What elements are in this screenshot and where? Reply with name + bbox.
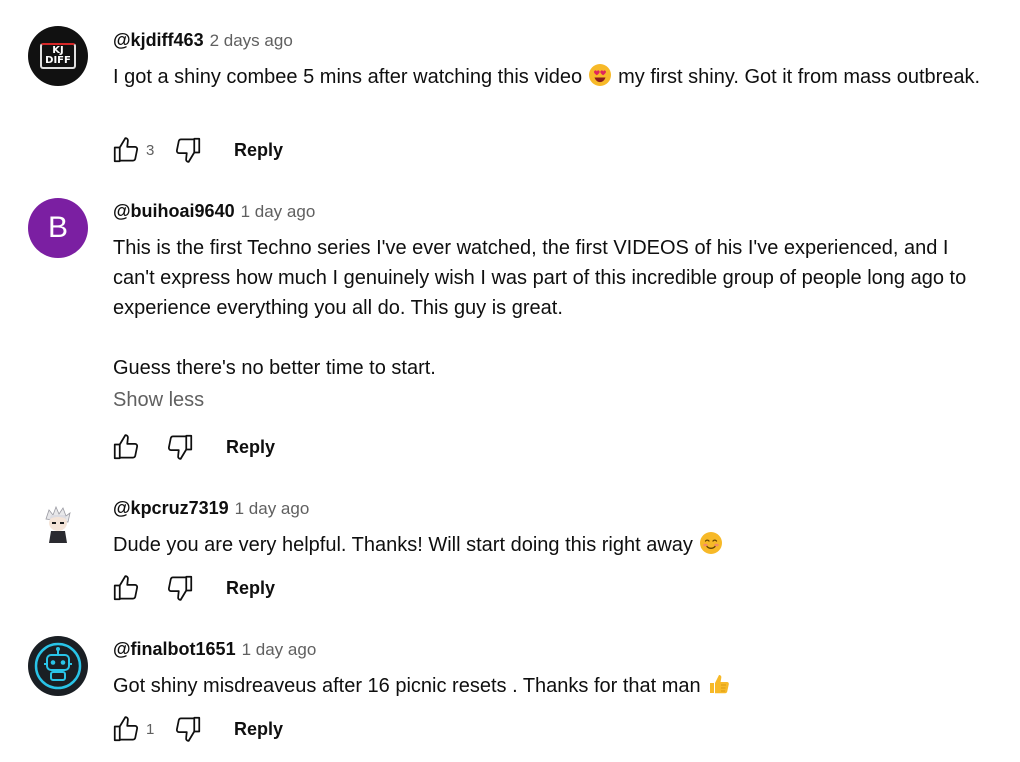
like-button[interactable] — [108, 711, 144, 747]
reply-button[interactable]: Reply — [234, 719, 283, 740]
like-button[interactable] — [108, 429, 144, 465]
dislike-button[interactable] — [170, 711, 206, 747]
comment-header: @finalbot1651 1 day ago — [113, 639, 990, 663]
smiling-blush-emoji — [699, 532, 722, 554]
thumbs-down-icon — [167, 575, 193, 601]
avatar-logo: KJ DIFF — [40, 43, 76, 69]
reply-button[interactable]: Reply — [226, 437, 275, 458]
comment-timestamp[interactable]: 1 day ago — [241, 202, 316, 222]
avatar[interactable] — [28, 495, 88, 555]
like-count: 3 — [146, 141, 155, 159]
anime-character-icon — [45, 505, 71, 543]
thumbs-up-emoji — [709, 675, 729, 694]
comment-thread: B @buihoai9640 1 day ago This is the fir… — [0, 198, 1020, 478]
thumbs-up-icon — [113, 575, 139, 601]
author-name[interactable]: @finalbot1651 — [113, 639, 236, 660]
comment-timestamp[interactable]: 2 days ago — [210, 31, 293, 51]
comment-body: @kpcruz7319 1 day ago Dude you are very … — [113, 498, 990, 560]
reply-button[interactable]: Reply — [226, 578, 275, 599]
comment-timestamp[interactable]: 1 day ago — [235, 499, 310, 519]
author-name[interactable]: @buihoai9640 — [113, 201, 235, 222]
heart-eyes-emoji — [589, 64, 612, 86]
comment-thread: @finalbot1651 1 day ago Got shiny misdre… — [0, 636, 1020, 756]
like-button[interactable] — [108, 132, 144, 168]
comment-body: @buihoai9640 1 day ago This is the first… — [113, 201, 990, 412]
comment-actions: Reply — [108, 570, 275, 606]
comment-thread: @kpcruz7319 1 day ago Dude you are very … — [0, 495, 1020, 615]
thumbs-up-icon — [113, 137, 139, 163]
robot-icon — [34, 642, 82, 690]
comment-header: @kpcruz7319 1 day ago — [113, 498, 990, 522]
thumbs-up-icon — [113, 716, 139, 742]
thumbs-up-icon — [113, 434, 139, 460]
author-name[interactable]: @kjdiff463 — [113, 30, 204, 51]
comment-text: This is the first Techno series I've eve… — [113, 237, 972, 319]
comment-body: @finalbot1651 1 day ago Got shiny misdre… — [113, 639, 990, 701]
thumbs-down-icon — [167, 434, 193, 460]
reply-button[interactable]: Reply — [234, 140, 283, 161]
comment-header: @kjdiff463 2 days ago — [113, 30, 990, 54]
avatar[interactable]: B — [28, 198, 88, 258]
comment-text: I got a shiny combee 5 mins after watchi… — [113, 62, 990, 92]
comment-timestamp[interactable]: 1 day ago — [242, 640, 317, 660]
dislike-button[interactable] — [162, 570, 198, 606]
thumbs-down-icon — [175, 137, 201, 163]
avatar[interactable] — [28, 636, 88, 696]
comment-body: @kjdiff463 2 days ago I got a shiny comb… — [113, 30, 990, 92]
comment-actions: 3 Reply — [108, 132, 283, 168]
comment-actions: 1 Reply — [108, 711, 283, 747]
dislike-button[interactable] — [170, 132, 206, 168]
author-name[interactable]: @kpcruz7319 — [113, 498, 229, 519]
avatar[interactable]: KJ DIFF — [28, 26, 88, 86]
avatar-letter: B — [47, 211, 68, 244]
comment-text: Guess there's no better time to start. — [113, 357, 436, 379]
show-less-button[interactable]: Show less — [113, 389, 990, 412]
comment-thread: KJ DIFF @kjdiff463 2 days ago I got a sh… — [0, 26, 1020, 176]
comment-header: @buihoai9640 1 day ago — [113, 201, 990, 225]
dislike-button[interactable] — [162, 429, 198, 465]
comment-text: Got shiny misdreaveus after 16 picnic re… — [113, 671, 990, 701]
comment-actions: Reply — [108, 429, 275, 465]
like-count: 1 — [146, 720, 155, 738]
like-button[interactable] — [108, 570, 144, 606]
comment-text: Dude you are very helpful. Thanks! Will … — [113, 530, 990, 560]
comments-section: KJ DIFF @kjdiff463 2 days ago I got a sh… — [0, 0, 1020, 762]
thumbs-down-icon — [175, 716, 201, 742]
